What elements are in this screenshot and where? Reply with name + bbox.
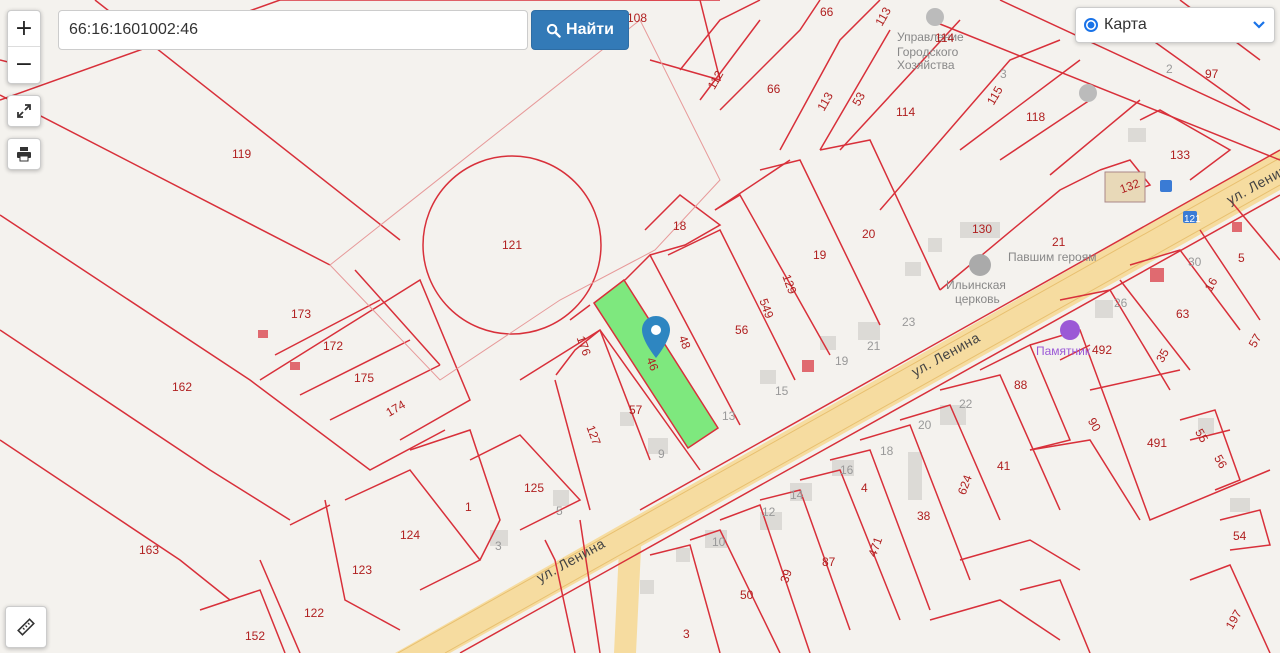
parcel-label: 18 (673, 219, 687, 233)
layer-select[interactable]: Карта (1075, 7, 1275, 43)
parcel-label: 63 (1176, 307, 1190, 321)
parcel-label: 56 (735, 323, 749, 337)
parcel-label: 41 (997, 459, 1011, 473)
search-icon (546, 23, 561, 38)
poi-icon (1079, 84, 1097, 102)
printer-icon (17, 147, 31, 162)
parcel-label: 13 (722, 409, 736, 423)
parcel-label: 30 (1188, 255, 1202, 269)
parcel-label: 19 (813, 248, 827, 262)
church-icon (969, 254, 991, 276)
parcel-label: 121 (1184, 214, 1201, 225)
zoom-out-button[interactable]: − (8, 46, 40, 82)
parcel-label: 108 (627, 11, 647, 25)
parcel-label: 163 (139, 543, 159, 557)
parcel-label: 88 (1014, 378, 1028, 392)
parcel-label: 119 (232, 147, 251, 161)
parcel-label: 130 (972, 222, 992, 236)
parcel-label: 87 (822, 555, 836, 569)
parcel-label: 121 (502, 238, 522, 252)
poi-label: Городского (897, 45, 959, 59)
parcel-label: 5 (556, 504, 563, 518)
poi-label: Хозяйства (897, 58, 955, 72)
zoom-in-button[interactable]: + (8, 11, 40, 46)
parcel-label: 20 (918, 418, 932, 432)
parcel-label: 20 (862, 227, 876, 241)
parcel-label: 12 (762, 505, 776, 519)
parcel-label: 118 (1026, 110, 1045, 124)
parcel-label: 114 (935, 31, 954, 45)
poi-label: церковь (955, 292, 1000, 306)
search-input[interactable] (58, 10, 528, 50)
cadastral-map[interactable]: ул. Ленина ул. Ленина ул. Ленина Управле… (0, 0, 1280, 653)
parcel-label: 21 (1052, 235, 1066, 249)
poi-label: Павшим героям (1008, 250, 1096, 264)
fullscreen-button[interactable] (7, 95, 41, 127)
parcel-label: 152 (245, 629, 265, 643)
admin-building-icon (926, 8, 944, 26)
parcel-label: 173 (291, 307, 311, 321)
parcel-label: 4 (861, 481, 868, 495)
expand-arrows-icon (17, 104, 31, 118)
parcel-label: 122 (304, 606, 324, 620)
parcel-label: 97 (1205, 67, 1219, 81)
ruler-icon (17, 618, 35, 636)
parcel-label: 124 (400, 528, 420, 542)
parcel-label: 21 (867, 339, 881, 353)
parcel-label: 16 (840, 463, 854, 477)
parcel-label: 125 (524, 481, 544, 495)
parcel-label: 66 (820, 5, 834, 19)
parcel-label: 162 (172, 380, 192, 394)
parcel-label: 3 (683, 627, 690, 641)
parcel-label: 50 (740, 588, 754, 602)
parcel-label: 123 (352, 563, 372, 577)
parcel-label: 5 (1238, 251, 1245, 265)
search-button-label: Найти (566, 21, 614, 38)
parcel-label: 3 (1000, 67, 1007, 81)
poi-label: Ильинская (946, 278, 1006, 292)
parcel-label: 492 (1092, 343, 1112, 357)
zoom-control: + − (7, 10, 41, 84)
parcel-label: 114 (896, 105, 915, 119)
parcel-label: 18 (880, 444, 894, 458)
parcel-label: 66 (767, 82, 781, 96)
parcel-label: 9 (658, 447, 665, 461)
parcel-label: 2 (1166, 62, 1173, 76)
monument-icon (1060, 320, 1080, 340)
parcel-label: 57 (629, 403, 643, 417)
poi-label: Памятник (1036, 344, 1091, 358)
bus-stop-icon (1160, 180, 1172, 192)
radio-selected-icon (1084, 18, 1098, 32)
parcel-label: 38 (917, 509, 931, 523)
parcel-label: 15 (775, 384, 789, 398)
parcel-label: 3 (495, 539, 502, 553)
chevron-down-icon (1253, 21, 1265, 29)
parcel-label: 19 (835, 354, 849, 368)
parcel-label: 1 (465, 500, 472, 514)
parcel-label: 14 (790, 488, 804, 502)
parcel-label: 172 (323, 339, 343, 353)
measure-button[interactable] (5, 606, 47, 648)
parcel-label: 26 (1114, 296, 1128, 310)
print-button[interactable] (7, 138, 41, 170)
parcel-label: 10 (712, 535, 726, 549)
parcel-label: 23 (902, 315, 916, 329)
parcel-label: 491 (1147, 436, 1167, 450)
search-button[interactable]: Найти (531, 10, 629, 50)
parcel-label: 54 (1233, 529, 1247, 543)
layer-select-value: Карта (1104, 16, 1147, 33)
parcel-label: 133 (1170, 148, 1190, 162)
parcel-label: 175 (354, 371, 374, 385)
parcel-label: 22 (959, 397, 973, 411)
